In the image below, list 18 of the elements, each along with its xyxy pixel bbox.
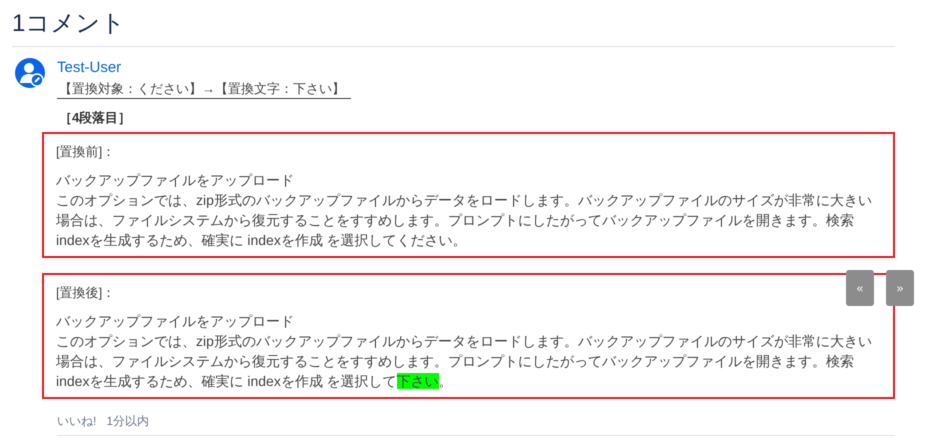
author-link[interactable]: Test-User	[57, 58, 122, 78]
block-title: バックアップファイルをアップロード	[56, 171, 294, 190]
body-line: このオプションでは、zip形式のバックアップファイルからデータをロードします。バックアップファイルのサイズが非常に大きい	[56, 191, 872, 210]
next-button[interactable]: »	[886, 270, 914, 306]
previous-button[interactable]: «	[846, 270, 874, 306]
body-line: 場合は、ファイルシステムから復元することをすすめします。プロンプトにしたがってバックアップファイルを開きます。検索	[56, 352, 854, 371]
comment-time: 1分以内	[106, 413, 150, 429]
body-line: このオプションでは、zip形式のバックアップファイルからデータをロードします。バックアップファイルのサイズが非常に大きい	[56, 332, 872, 351]
block-title: バックアップファイルをアップロード	[56, 312, 294, 331]
paragraph-heading: ［4段落目］	[59, 109, 132, 127]
like-link[interactable]: いいね!	[57, 413, 96, 429]
block-label: [置換前]：	[56, 143, 116, 161]
body-line: 場合は、ファイルシステムから復元することをすすめします。プロンプトにしたがってバックアップファイルを開きます。検索	[56, 211, 854, 230]
body-line: indexを生成するため、確実に indexを作成 を選択してください。	[56, 231, 467, 250]
block-label: [置換後]：	[56, 284, 116, 302]
comment-summary: 【置換対象：ください】→【置換文字：下さい】	[57, 80, 351, 99]
avatar-icon	[15, 58, 45, 88]
section-title: 1コメント	[12, 9, 126, 39]
